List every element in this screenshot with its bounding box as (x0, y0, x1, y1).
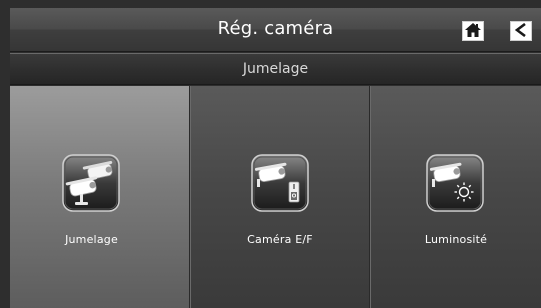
tile-camera-on-off-label: Caméra E/F (247, 233, 313, 246)
tile-luminosite[interactable]: Luminosité (370, 86, 541, 308)
tile-camera-on-off[interactable]: Caméra E/F (190, 86, 370, 308)
camera-brightness-icon (426, 154, 484, 212)
home-button[interactable] (462, 21, 484, 41)
camera-pairing-icon (62, 154, 120, 212)
page-subtitle: Jumelage (242, 61, 309, 77)
menu-tiles: Jumelage Caméra E/F Luminosité (10, 86, 541, 308)
tile-jumelage-label: Jumelage (65, 233, 118, 246)
home-icon (465, 22, 481, 41)
tile-jumelage[interactable]: Jumelage (10, 86, 190, 308)
camera-on-off-icon (251, 154, 309, 212)
back-button[interactable] (510, 21, 532, 41)
tile-luminosite-label: Luminosité (424, 233, 488, 246)
title-bar: Rég. caméra (10, 8, 541, 52)
camera-settings-screen: Rég. caméra Jumelage Jumelage Caméra E/F… (0, 0, 541, 308)
subtitle-bar: Jumelage (10, 53, 541, 85)
back-arrow-icon (514, 22, 528, 41)
